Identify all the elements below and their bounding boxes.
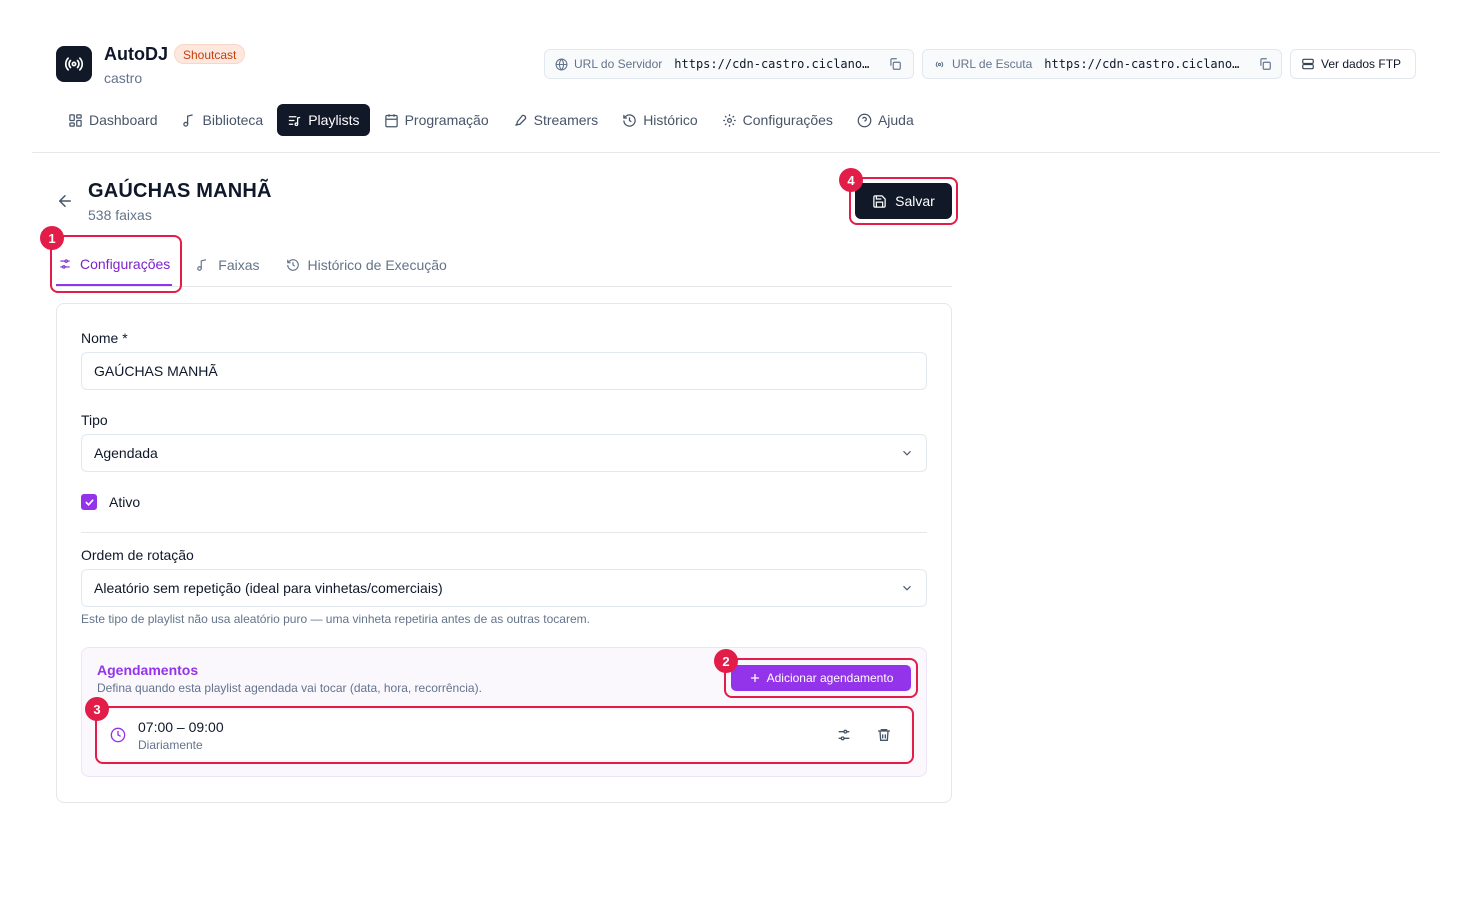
app-logo bbox=[56, 46, 92, 82]
nav-label: Biblioteca bbox=[202, 112, 264, 128]
nav-label: Dashboard bbox=[89, 112, 158, 128]
nav-playlists[interactable]: Playlists bbox=[277, 104, 370, 136]
rotation-hint: Este tipo de playlist não usa aleatório … bbox=[81, 612, 590, 626]
ftp-button-label: Ver dados FTP bbox=[1321, 57, 1402, 71]
type-select-value: Agendada bbox=[94, 445, 158, 461]
microphone-icon bbox=[514, 114, 526, 126]
annotation-marker-4: 4 bbox=[839, 168, 863, 192]
rotation-select[interactable]: Aleatório sem repetição (ideal para vinh… bbox=[81, 569, 927, 607]
annotation-highlight-4 bbox=[849, 177, 958, 225]
globe-icon bbox=[555, 58, 568, 70]
tab-label: Faixas bbox=[218, 257, 260, 273]
playlist-icon bbox=[289, 115, 301, 126]
dashboard-icon bbox=[69, 113, 82, 127]
page-title: GAÚCHAS MANHÃ bbox=[88, 180, 272, 202]
server-type-badge: Shoutcast bbox=[174, 44, 246, 64]
history-icon bbox=[286, 259, 299, 271]
nav-biblioteca[interactable]: Biblioteca bbox=[172, 104, 274, 136]
calendar-icon bbox=[384, 113, 398, 127]
tab-faixas[interactable]: Faixas bbox=[194, 244, 261, 286]
annotation-highlight-3 bbox=[95, 706, 914, 764]
type-select[interactable]: Agendada bbox=[81, 434, 927, 472]
rotation-select-value: Aleatório sem repetição (ideal para vinh… bbox=[94, 580, 443, 596]
music-note-icon bbox=[197, 259, 207, 271]
track-count: 538 faixas bbox=[88, 207, 152, 223]
name-label: Nome * bbox=[81, 330, 128, 346]
annotation-highlight-1 bbox=[50, 235, 182, 293]
listen-url-label: URL de Escuta bbox=[952, 57, 1033, 71]
check-icon bbox=[84, 498, 94, 506]
radio-broadcast-icon bbox=[64, 57, 84, 71]
nav-dashboard[interactable]: Dashboard bbox=[58, 104, 168, 136]
chevron-down-icon bbox=[903, 450, 911, 456]
nav-label: Histórico bbox=[643, 112, 698, 128]
chevron-down-icon bbox=[903, 585, 911, 591]
app-title: AutoDJ bbox=[104, 44, 168, 64]
copy-server-url-button[interactable] bbox=[888, 57, 902, 71]
schedules-subtitle: Defina quando esta playlist agendada vai… bbox=[97, 681, 482, 695]
copy-listen-url-button[interactable] bbox=[1258, 57, 1272, 71]
copy-icon bbox=[1260, 58, 1272, 70]
help-icon bbox=[857, 113, 872, 127]
nav-label: Playlists bbox=[308, 112, 360, 128]
nav-label: Streamers bbox=[533, 112, 599, 128]
nav-label: Ajuda bbox=[877, 112, 914, 128]
annotation-marker-3: 3 bbox=[85, 697, 109, 721]
name-input[interactable]: GAÚCHAS MANHÃ bbox=[81, 352, 927, 390]
nav-ajuda[interactable]: Ajuda bbox=[847, 104, 924, 136]
history-icon bbox=[623, 113, 636, 127]
nav-streamers[interactable]: Streamers bbox=[503, 104, 609, 136]
server-url-label: URL do Servidor bbox=[574, 57, 663, 71]
schedules-title: Agendamentos bbox=[97, 662, 199, 678]
tab-historico-execucao[interactable]: Histórico de Execução bbox=[284, 244, 449, 286]
back-button[interactable] bbox=[56, 192, 74, 215]
form-divider bbox=[81, 532, 927, 533]
nav-programacao[interactable]: Programação bbox=[374, 104, 499, 136]
nav-label: Programação bbox=[404, 112, 489, 128]
nav-historico[interactable]: Histórico bbox=[612, 104, 707, 136]
nav-label: Configurações bbox=[742, 112, 833, 128]
copy-icon bbox=[890, 58, 902, 70]
tabs: Configurações Faixas Histórico de Execuç… bbox=[56, 244, 952, 287]
annotation-highlight-2 bbox=[724, 658, 918, 698]
header-divider bbox=[32, 152, 1440, 153]
tab-label: Histórico de Execução bbox=[307, 257, 447, 273]
annotation-marker-1: 1 bbox=[40, 226, 64, 250]
app-subtitle: castro bbox=[104, 70, 143, 86]
annotation-marker-2: 2 bbox=[714, 649, 738, 673]
type-label: Tipo bbox=[81, 412, 108, 428]
broadcast-icon bbox=[935, 61, 944, 67]
arrow-left-icon bbox=[58, 195, 71, 207]
main-nav: Dashboard Biblioteca Playlists Programaç… bbox=[58, 104, 928, 136]
name-input-value: GAÚCHAS MANHÃ bbox=[94, 363, 218, 379]
active-label: Ativo bbox=[109, 494, 141, 510]
active-checkbox[interactable] bbox=[81, 494, 97, 510]
gear-icon bbox=[722, 113, 736, 127]
server-icon bbox=[1302, 58, 1314, 70]
ftp-data-button[interactable]: Ver dados FTP bbox=[1290, 49, 1416, 79]
rotation-label: Ordem de rotação bbox=[81, 547, 194, 563]
server-url-box: URL do Servidor https://cdn-castro.cicla… bbox=[544, 49, 914, 79]
listen-url-value: https://cdn-castro.ciclano… bbox=[1044, 57, 1240, 71]
music-note-icon bbox=[182, 113, 193, 127]
nav-configuracoes[interactable]: Configurações bbox=[712, 104, 843, 136]
server-url-value: https://cdn-castro.ciclano… bbox=[674, 57, 870, 71]
listen-url-box: URL de Escuta https://cdn-castro.ciclano… bbox=[922, 49, 1282, 79]
